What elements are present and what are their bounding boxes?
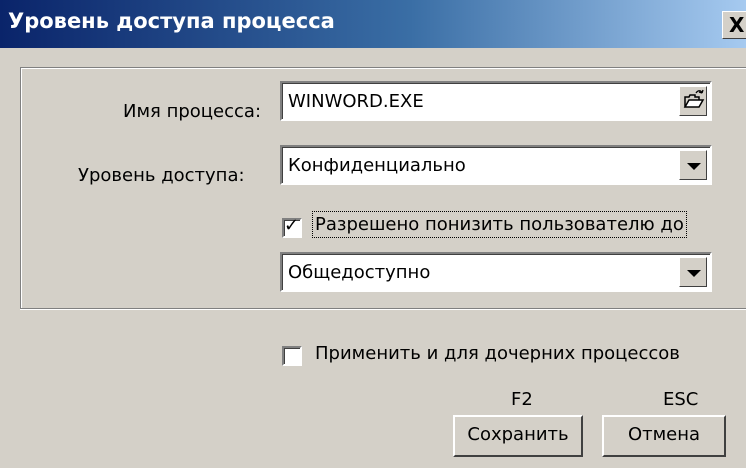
access-level-label: Уровень доступа: <box>78 165 245 186</box>
cancel-button[interactable]: Отмена <box>602 415 726 457</box>
lower-level-select[interactable]: Общедоступно <box>280 252 712 292</box>
chevron-down-icon <box>687 270 701 277</box>
close-icon: X <box>729 13 745 37</box>
process-name-value: WINWORD.EXE <box>288 91 424 112</box>
dialog-window: Уровень доступа процесса X Имя процесса:… <box>0 0 746 468</box>
access-level-select[interactable]: Конфиденциально <box>280 145 712 185</box>
apply-children-checkbox[interactable] <box>282 346 302 366</box>
folder-open-icon <box>683 89 705 108</box>
allow-lower-label[interactable]: Разрешено понизить пользователю до <box>312 211 687 238</box>
allow-lower-checkbox[interactable]: ✓ <box>282 215 302 238</box>
close-button[interactable]: X <box>722 11 746 39</box>
process-name-field[interactable]: WINWORD.EXE <box>280 81 712 121</box>
apply-children-label[interactable]: Применить и для дочерних процессов <box>315 343 680 364</box>
chevron-down-icon <box>687 163 701 170</box>
lower-level-value: Общедоступно <box>288 262 431 283</box>
save-hotkey: F2 <box>511 389 533 410</box>
access-level-value: Конфиденциально <box>288 155 466 176</box>
checkmark-icon: ✓ <box>284 215 300 236</box>
cancel-hotkey: ESC <box>663 389 699 410</box>
window-title: Уровень доступа процесса <box>8 9 335 33</box>
save-button[interactable]: Сохранить <box>453 415 583 457</box>
process-name-label: Имя процесса: <box>123 101 262 122</box>
title-bar[interactable]: Уровень доступа процесса X <box>0 0 746 48</box>
browse-button[interactable] <box>679 86 707 116</box>
access-level-dropdown-button[interactable] <box>679 150 707 180</box>
lower-level-dropdown-button[interactable] <box>679 257 707 287</box>
